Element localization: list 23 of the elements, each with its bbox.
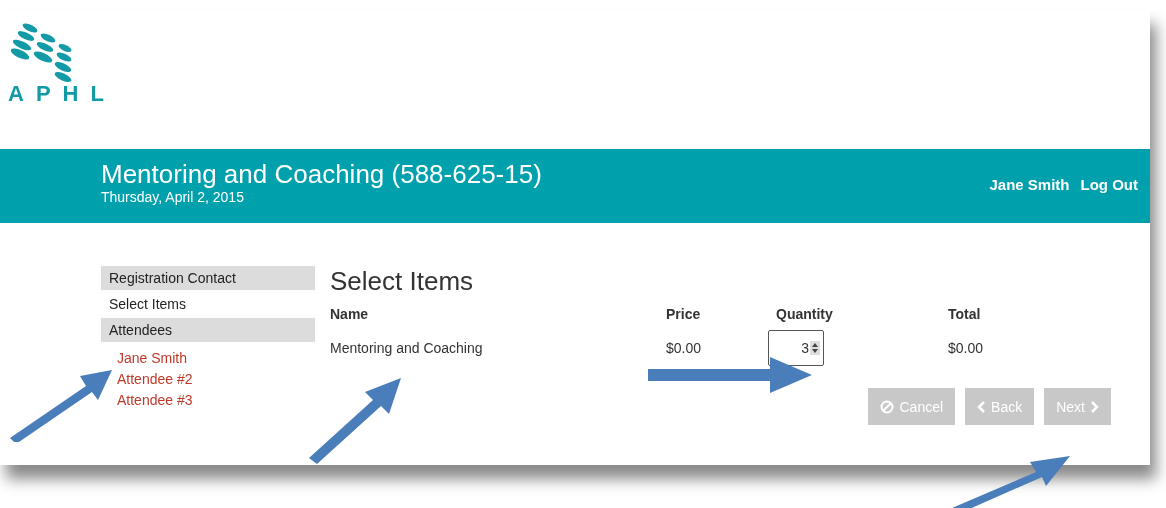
event-date: Thursday, April 2, 2015	[101, 189, 245, 205]
logo-icon	[8, 22, 74, 82]
attendee-link[interactable]: Attendee #2	[117, 369, 315, 390]
attendee-link[interactable]: Attendee #3	[117, 390, 315, 411]
table-cell-text: Mentoring and Coaching	[330, 340, 484, 356]
event-title: Mentoring and Coaching (588-625-15)	[101, 159, 542, 189]
cancel-icon	[880, 399, 895, 414]
sidebar-item[interactable]: Registration Contact	[101, 266, 315, 290]
chevron-right-icon	[1090, 400, 1099, 413]
logout-link[interactable]: Log Out	[1080, 176, 1138, 193]
chevron-left-icon	[977, 400, 987, 413]
column-header: Price	[665, 306, 701, 322]
column-header: Name	[330, 306, 370, 322]
column-header: Quantity	[775, 306, 834, 322]
user-name-link[interactable]: Jane Smith	[989, 176, 1070, 193]
table-cell-text: $0.00	[665, 340, 702, 356]
section-heading: Select Items	[330, 266, 475, 296]
table-cell-text: $0.00	[947, 340, 985, 356]
attendee-link[interactable]: Jane Smith	[117, 348, 315, 369]
logo-text: APHL	[8, 82, 116, 106]
spinner-icon	[810, 341, 820, 355]
column-header: Total	[947, 306, 982, 322]
sidebar-item[interactable]: Attendees	[101, 318, 315, 342]
